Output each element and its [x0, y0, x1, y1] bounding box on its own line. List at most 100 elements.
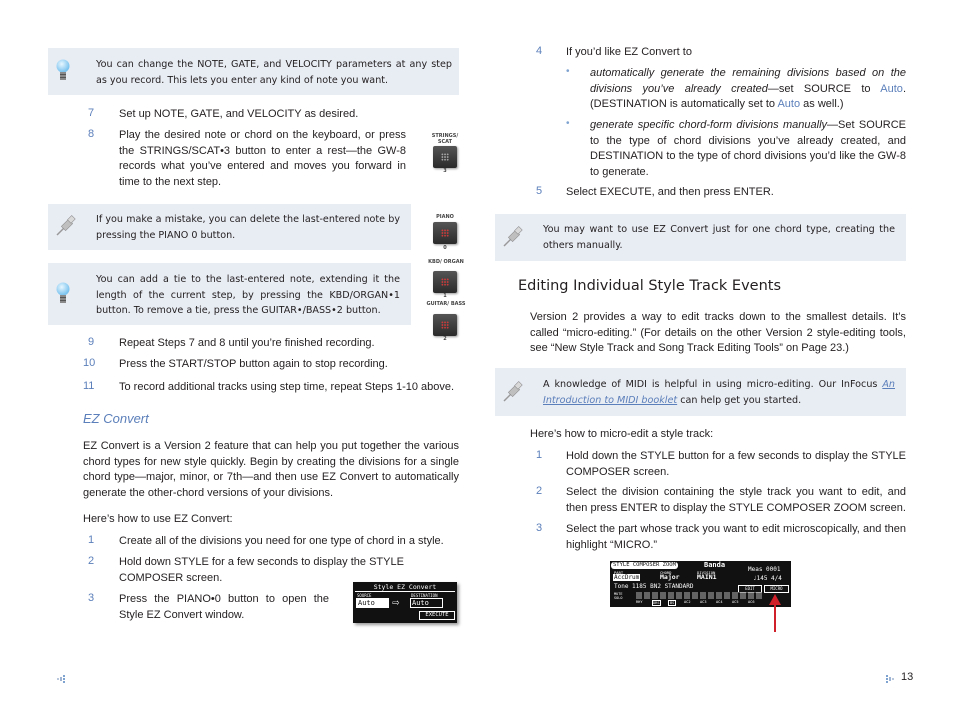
button-caption: KBD/ ORGAN — [428, 259, 464, 265]
button-number: 2 — [443, 336, 447, 342]
track-labels: RHY DRS BS AC2 AC3 AC4 AC5 AC6 — [636, 600, 776, 606]
button-grid-icon — [441, 153, 449, 161]
step-number: 2 — [88, 555, 95, 567]
page-number: 13 — [901, 671, 914, 683]
step-number: 9 — [88, 336, 95, 348]
button-grid-icon — [441, 229, 449, 237]
tip-midi-before: A knowledge of MIDI is helpful in using … — [543, 379, 883, 390]
bullet-manual-italic: generate specific chord-form divisions m… — [590, 119, 828, 131]
step-number: 8 — [88, 128, 95, 140]
micro-edit-howto: Here’s how to micro-edit a style track: — [530, 428, 714, 440]
track-label: DRS — [652, 600, 661, 606]
auto-value: Auto — [880, 82, 903, 95]
step-number: 1 — [536, 449, 543, 461]
step-text: Press the START/STOP button again to sto… — [119, 358, 388, 370]
bullet-dot: • — [566, 118, 570, 129]
step-text: Create all of the divisions you need for… — [119, 535, 444, 547]
tip-midi-text: A knowledge of MIDI is helpful in using … — [543, 377, 895, 408]
step-number: 1 — [88, 534, 95, 546]
guitar-bass-button — [433, 314, 457, 336]
track-label: AC6 — [748, 600, 755, 604]
source-value: Auto — [356, 598, 389, 608]
piano-button — [433, 222, 457, 244]
tip-mistake-text: If you make a mistake, you can delete th… — [96, 214, 400, 241]
step-text: Select EXECUTE, and then press ENTER. — [566, 186, 774, 198]
pushpin-icon — [503, 226, 523, 247]
step-number: 10 — [83, 357, 96, 369]
track-label: AC2 — [684, 600, 691, 604]
section-heading: Editing Individual Style Track Events — [518, 278, 782, 294]
track-label: AC5 — [732, 600, 739, 604]
prev-page-icon[interactable] — [57, 674, 69, 684]
button-grid-icon — [441, 278, 449, 286]
step-number: 5 — [536, 185, 543, 197]
track-label: RHY — [636, 600, 643, 604]
tip-tie-text: You can add a tie to the last-entered no… — [96, 274, 400, 316]
tip-note-params-text: You can change the NOTE, GATE, and VELOC… — [96, 59, 452, 86]
screen-title: Style EZ Convert — [373, 583, 437, 591]
style-composer-zoom-screen: STYLE COMPOSER ZOOM Banda PART AccDrum C… — [610, 561, 791, 607]
pushpin-icon — [503, 381, 523, 402]
screen-title: STYLE COMPOSER ZOOM — [611, 562, 678, 569]
title-divider — [355, 591, 455, 592]
micro-editing-intro: Version 2 provides a way to edit tracks … — [530, 311, 906, 354]
division-value: MAIN1 — [697, 573, 717, 581]
step-text: Repeat Steps 7 and 8 until you’re finish… — [119, 337, 375, 349]
step-number: 3 — [88, 592, 95, 604]
chord-value: Major — [660, 573, 680, 581]
lightbulb-icon — [56, 282, 70, 303]
mute-solo-grid — [636, 592, 764, 599]
button-number: 0 — [443, 245, 447, 251]
bullet-auto-text: automatically generate the remaining div… — [590, 66, 906, 113]
part-value: AccDrum — [613, 574, 641, 581]
solo-label: SOLO — [614, 596, 623, 600]
strings-scat-button — [433, 146, 457, 168]
next-page-icon[interactable] — [886, 674, 898, 684]
execute-button: EXECUTE — [419, 611, 455, 620]
button-number: 3 — [443, 168, 447, 174]
step-number: 7 — [88, 107, 95, 119]
ez-convert-intro: EZ Convert is a Version 2 feature that c… — [83, 440, 459, 499]
bullet-auto-rest1: —set SOURCE to — [767, 82, 881, 95]
destination-value: Auto — [410, 598, 443, 608]
step-number: 11 — [83, 380, 95, 392]
button-caption: PIANO — [436, 214, 454, 220]
step-text: Set up NOTE, GATE, and VELOCITY as desir… — [119, 108, 359, 120]
step-text: Hold down the STYLE button for a few sec… — [566, 450, 906, 478]
step-number: 3 — [536, 522, 543, 534]
button-number: 1 — [443, 293, 447, 299]
step-number: 2 — [536, 485, 543, 497]
button-grid-icon — [441, 321, 449, 329]
pushpin-icon — [56, 215, 76, 236]
track-label: AC3 — [700, 600, 707, 604]
button-caption: GUITAR/ BASS — [426, 301, 466, 307]
step-text: Select the part whose track you want to … — [566, 523, 906, 551]
button-caption: STRINGS/ SCAT — [431, 133, 459, 145]
tempo-readout: ♩145 4/4 — [753, 575, 782, 582]
tip-midi-after: can help get you started. — [677, 394, 802, 406]
style-name: Banda — [704, 561, 726, 569]
kbd-organ-button — [433, 271, 457, 293]
red-arrow-icon — [769, 594, 781, 632]
step-text: If you’d like EZ Convert to — [566, 46, 692, 58]
section-subheading: EZ Convert — [83, 411, 149, 426]
measure-readout: Meas 0001 — [748, 566, 781, 573]
track-label: AC4 — [716, 600, 723, 604]
bullet-dot: • — [566, 66, 570, 77]
arrow-right-icon: ⇨ — [392, 595, 400, 609]
ez-convert-howto: Here’s how to use EZ Convert: — [83, 513, 233, 525]
track-label: BS — [668, 600, 677, 606]
step-text: Select the division containing the style… — [566, 486, 906, 514]
bullet-manual-text: generate specific chord-form divisions m… — [590, 118, 906, 180]
bullet-auto-rest3: as well.) — [800, 98, 844, 110]
step-text: Play the desired note or chord on the ke… — [119, 129, 406, 188]
lightbulb-icon — [56, 59, 70, 80]
ez-convert-screen: Style EZ Convert SOURCE Auto ⇨ DESTINATI… — [353, 582, 457, 623]
tip-one-chord-text: You may want to use EZ Convert just for … — [543, 224, 895, 251]
step-text: To record additional tracks using step t… — [119, 381, 455, 393]
step-number: 4 — [536, 45, 543, 57]
micro-button: MICRO — [764, 585, 789, 593]
step-text: Press the PIANO•0 button to open the Sty… — [119, 593, 329, 621]
auto-value: Auto — [777, 98, 801, 110]
tone-readout: Tone 1185 BN2 STANDARD — [614, 583, 694, 590]
